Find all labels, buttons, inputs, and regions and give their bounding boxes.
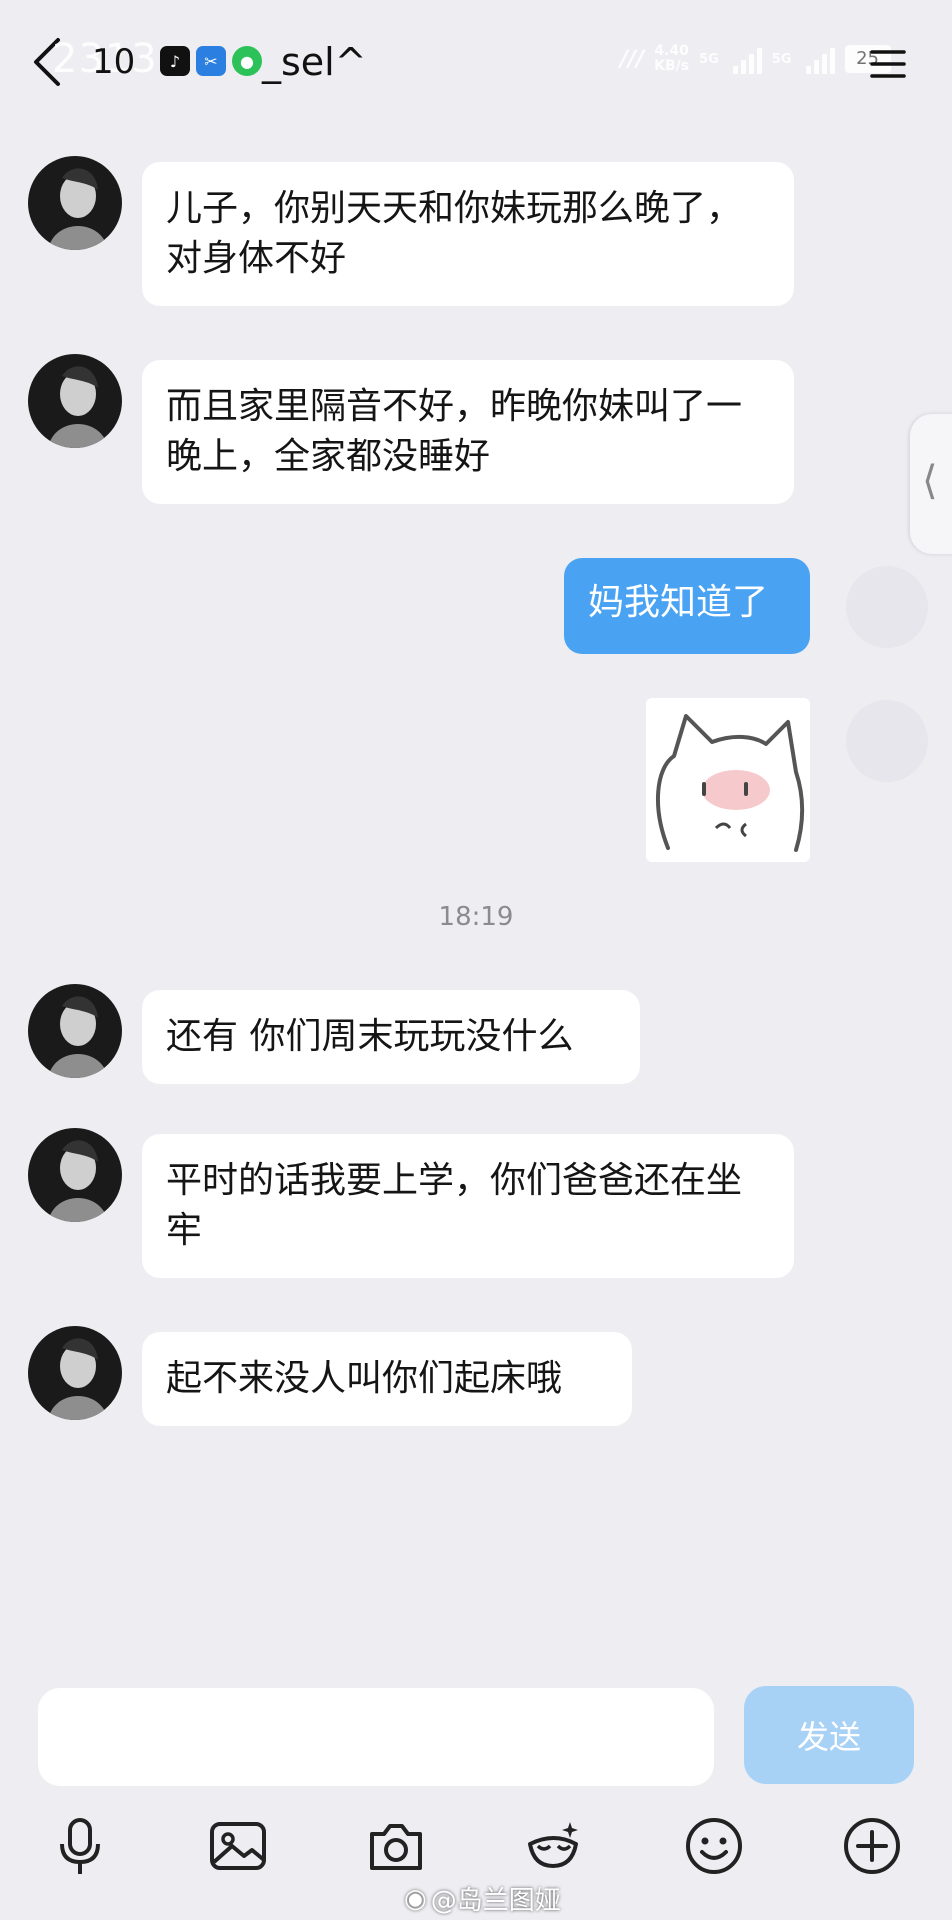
contact-name[interactable]: _sel^	[262, 40, 367, 84]
message-bubble-outgoing[interactable]: 妈我知道了	[564, 558, 810, 654]
signal-icon	[732, 44, 762, 74]
timestamp: 18:19	[438, 902, 514, 932]
message-text: 还有 你们周末玩玩没什么	[166, 1016, 574, 1057]
sim2-label: 5G	[771, 51, 792, 67]
chat-screen: 2313 10 ♪ ✂ ● _sel^ /// 4.40 KB/s 5G 5G …	[0, 0, 952, 1920]
chevron-left-icon: ⟨	[922, 458, 938, 504]
sim1-label: 5G	[699, 51, 719, 67]
own-avatar[interactable]	[846, 700, 928, 782]
plus-icon[interactable]	[840, 1814, 904, 1878]
send-button[interactable]: 发送	[744, 1686, 914, 1784]
net-speed-unit: KB/s	[654, 58, 690, 74]
message-text: 而且家里隔音不好，昨晚你妹叫了一晚上，全家都没睡好	[166, 386, 743, 477]
contact-avatar[interactable]	[28, 1128, 122, 1222]
contact-avatar[interactable]	[28, 156, 122, 250]
message-input[interactable]	[38, 1688, 714, 1786]
message-bubble[interactable]: 平时的话我要上学，你们爸爸还在坐牢	[142, 1134, 794, 1278]
message-text: 儿子，你别天天和你妹玩那么晚了，对身体不好	[166, 188, 743, 279]
contact-avatar[interactable]	[28, 354, 122, 448]
unread-count[interactable]: 10	[92, 42, 135, 82]
message-bubble[interactable]: 还有 你们周末玩玩没什么	[142, 990, 640, 1084]
sticker-mask-icon[interactable]	[522, 1814, 586, 1878]
contact-avatar[interactable]	[28, 1326, 122, 1420]
message-text: 平时的话我要上学，你们爸爸还在坐牢	[166, 1160, 743, 1251]
signal-icon	[805, 44, 835, 74]
mic-icon[interactable]	[48, 1814, 112, 1878]
cat-sticker-icon	[646, 698, 810, 862]
watermark: ◉ @岛兰图娅	[404, 1880, 561, 1917]
wechat-icon: ●	[232, 46, 262, 76]
net-speed: 4.40 KB/s	[654, 44, 689, 74]
watermark-text: @岛兰图娅	[430, 1886, 561, 1916]
weibo-icon: ◉	[404, 1883, 427, 1914]
tiktok-icon: ♪	[160, 46, 190, 76]
sticker-image[interactable]	[646, 698, 810, 862]
scissors-app-icon: ✂	[196, 46, 226, 76]
message-text: 妈我知道了	[588, 582, 769, 623]
message-bubble[interactable]: 而且家里隔音不好，昨晚你妹叫了一晚上，全家都没睡好	[142, 360, 794, 504]
menu-icon[interactable]	[868, 46, 908, 82]
side-panel-handle[interactable]: ⟨	[910, 414, 952, 554]
chat-header: 2313 10 ♪ ✂ ● _sel^ /// 4.40 KB/s 5G 5G …	[0, 0, 952, 128]
smiley-icon[interactable]	[682, 1814, 746, 1878]
image-icon[interactable]	[206, 1814, 270, 1878]
message-text: 起不来没人叫你们起床哦	[166, 1358, 563, 1399]
contact-avatar[interactable]	[28, 984, 122, 1078]
own-avatar[interactable]	[846, 566, 928, 648]
message-bubble[interactable]: 起不来没人叫你们起床哦	[142, 1332, 632, 1426]
camera-icon[interactable]	[364, 1814, 428, 1878]
status-bar: /// 4.40 KB/s 5G 5G 25	[620, 44, 891, 74]
network-activity-icon: ///	[620, 46, 645, 72]
message-bubble[interactable]: 儿子，你别天天和你妹玩那么晚了，对身体不好	[142, 162, 794, 306]
net-speed-value: 4.40	[654, 43, 689, 59]
mini-app-icons: ♪ ✂ ●	[160, 46, 262, 76]
